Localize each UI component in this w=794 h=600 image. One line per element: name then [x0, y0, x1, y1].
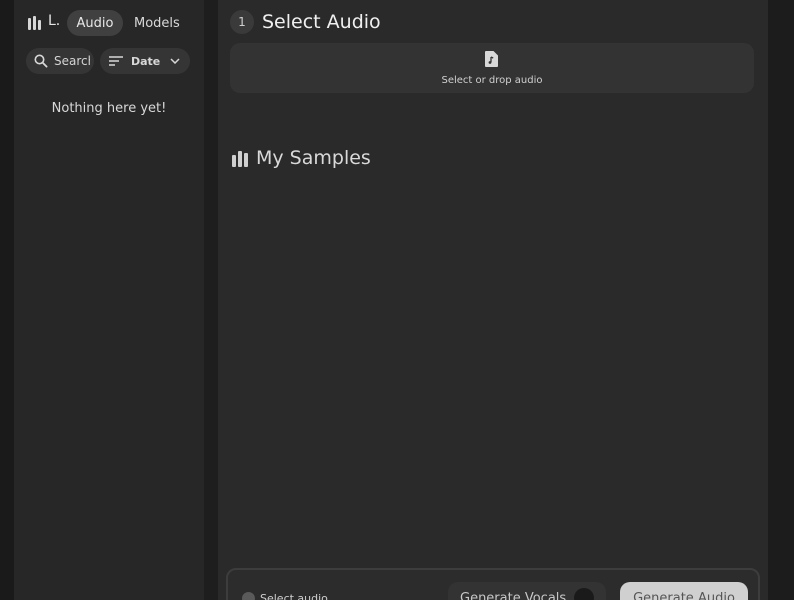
step-badge: 1 [230, 10, 254, 34]
window-left-edge [0, 0, 14, 600]
samples-icon [232, 151, 248, 167]
search-icon [34, 54, 48, 68]
audio-drop-zone[interactable]: Select or drop audio [230, 43, 754, 93]
sort-label: Date [131, 54, 161, 68]
panel-divider [204, 0, 218, 600]
search-box[interactable] [26, 48, 94, 74]
generate-vocals-label: Generate Vocals [460, 590, 567, 600]
library-icon [28, 16, 42, 30]
status-text: Select audio [260, 592, 328, 600]
sort-dropdown[interactable]: Date [100, 48, 190, 74]
samples-title: My Samples [256, 147, 371, 169]
library-sidebar: L. Audio Models Date Nothing here yet! [14, 0, 204, 600]
drop-zone-label: Select or drop audio [441, 75, 543, 86]
generate-audio-button[interactable]: Generate Audio [620, 582, 748, 600]
library-label: L. [48, 13, 61, 29]
tab-models[interactable]: Models [134, 10, 180, 36]
empty-state-message: Nothing here yet! [51, 101, 167, 116]
main-panel: 1 Select Audio Select or drop audio My S… [218, 0, 768, 600]
tab-audio[interactable]: Audio [67, 10, 123, 36]
sort-icon [109, 56, 123, 66]
toggle-knob[interactable] [574, 588, 594, 600]
generate-vocals-toggle[interactable]: Generate Vocals [448, 582, 606, 600]
audio-file-icon [485, 51, 498, 67]
chevron-down-icon [170, 58, 180, 64]
search-input[interactable] [54, 54, 90, 68]
section-title: Select Audio [262, 11, 381, 33]
window-right-edge [768, 0, 794, 600]
action-bar: Select audio Generate Vocals Generate Au… [226, 568, 760, 600]
info-icon [242, 592, 255, 600]
